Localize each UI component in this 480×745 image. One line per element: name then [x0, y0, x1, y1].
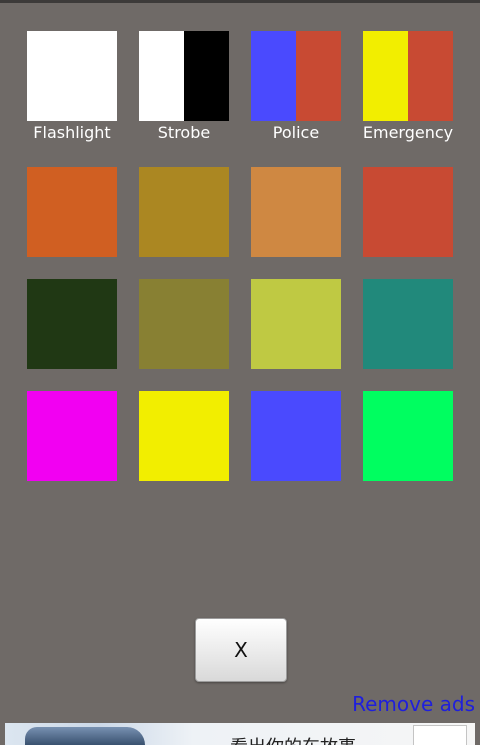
color-tile-r1-c4[interactable]: [363, 167, 453, 257]
strobe-label: Strobe: [157, 123, 211, 142]
strobe-right-swatch: [184, 31, 229, 121]
ad-text: 看出你的车故事: [230, 733, 356, 745]
ad-banner[interactable]: 看出你的车故事: [5, 723, 475, 745]
color-tile-r3-c1[interactable]: [27, 391, 117, 481]
flashlight-tile[interactable]: [27, 31, 117, 121]
strobe-left-swatch: [139, 31, 184, 121]
emergency-right-swatch: [408, 31, 453, 121]
color-tile-r1-c2[interactable]: [139, 167, 229, 257]
strobe-tile[interactable]: [139, 31, 229, 121]
color-tile-r2-c3[interactable]: [251, 279, 341, 369]
color-tile-r3-c2[interactable]: [139, 391, 229, 481]
color-tile-r1-c3[interactable]: [251, 167, 341, 257]
police-right-swatch: [296, 31, 341, 121]
emergency-tile[interactable]: [363, 31, 453, 121]
police-tile[interactable]: [251, 31, 341, 121]
color-tile-r3-c3[interactable]: [251, 391, 341, 481]
status-bar-edge: [0, 0, 480, 3]
ad-logo-icon: [413, 725, 467, 745]
emergency-label: Emergency: [362, 123, 454, 142]
ad-car-image: [25, 727, 145, 745]
emergency-left-swatch: [363, 31, 408, 121]
color-tile-r1-c1[interactable]: [27, 167, 117, 257]
flashlight-label: Flashlight: [33, 123, 111, 142]
remove-ads-link[interactable]: Remove ads: [352, 692, 475, 716]
police-left-swatch: [251, 31, 296, 121]
color-tile-r2-c1[interactable]: [27, 279, 117, 369]
police-label: Police: [272, 123, 320, 142]
color-tile-r2-c2[interactable]: [139, 279, 229, 369]
color-tile-r2-c4[interactable]: [363, 279, 453, 369]
close-button-label: X: [234, 638, 248, 662]
color-tile-r3-c4[interactable]: [363, 391, 453, 481]
close-button[interactable]: X: [195, 618, 287, 682]
